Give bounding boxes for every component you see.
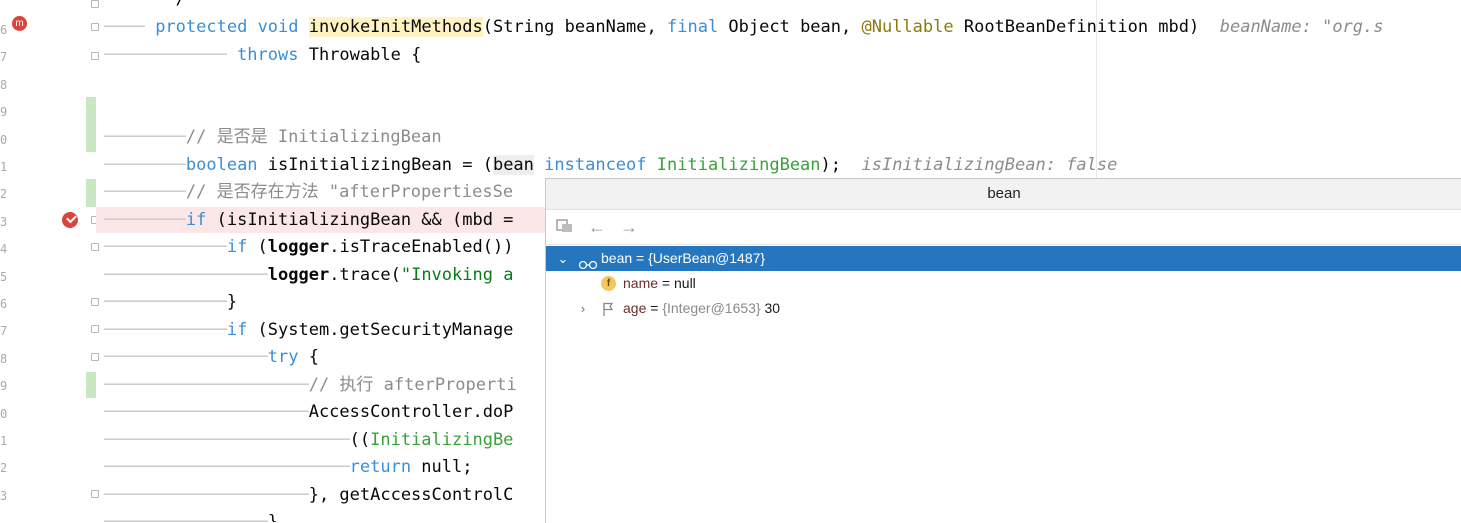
vcs-change-marker[interactable] <box>86 179 96 207</box>
fold-marker[interactable] <box>91 353 99 361</box>
variable-type: {UserBean@1487} <box>648 250 766 266</box>
line-number: 3 <box>0 214 8 229</box>
tree-row-name[interactable]: f name = null <box>546 271 1461 296</box>
vcs-change-marker[interactable] <box>86 372 96 398</box>
code-line: ────────────} <box>104 292 238 312</box>
vcs-change-marker[interactable] <box>86 97 96 152</box>
line-number: 9 <box>0 105 8 120</box>
popup-title[interactable]: bean <box>546 179 1461 210</box>
breakpoint-icon[interactable] <box>62 212 78 228</box>
arrow-right-icon[interactable]: → <box>618 216 640 238</box>
fold-marker[interactable] <box>91 0 99 8</box>
code-line: ────────────────────AccessController.doP <box>104 402 514 422</box>
tree-row-age[interactable]: › age = {Integer@1653} 30 <box>546 296 1461 321</box>
line-number: 4 <box>0 242 8 257</box>
line-number: 8 <box>0 77 8 92</box>
code-line: ───── */ <box>104 0 186 12</box>
chevron-right-icon[interactable]: › <box>576 296 590 321</box>
line-number: 7 <box>0 324 8 339</box>
chevron-down-icon[interactable]: ⌄ <box>556 246 570 271</box>
line-number: 0 <box>0 132 8 147</box>
fold-marker[interactable] <box>91 298 99 306</box>
code-line: ────────────────logger.trace("Invoking a <box>104 265 514 285</box>
line-number: 0 <box>0 406 8 421</box>
code-line: ────────────────try { <box>104 347 319 367</box>
line-number: 2 <box>0 461 8 476</box>
fold-marker[interactable] <box>91 490 99 498</box>
line-number: 1 <box>0 160 8 174</box>
line-number: 3 <box>0 488 8 503</box>
code-line: ────────────────────────return null; <box>104 457 473 477</box>
line-number: 6 <box>0 297 8 311</box>
line-number: 5 <box>0 269 8 284</box>
method-name[interactable]: invokeInitMethods <box>308 17 483 37</box>
code-line: ────────────────────────((InitializingBe <box>104 430 514 450</box>
variable-value: 30 <box>760 300 781 316</box>
field-icon: f <box>601 276 616 291</box>
fold-marker[interactable] <box>91 23 99 31</box>
code-line: ────────────if (System.getSecurityManage <box>104 320 514 340</box>
code-line: ────────boolean isInitializingBean = (be… <box>104 155 1118 175</box>
code-line: ──────────── throws Throwable { <box>104 45 422 65</box>
fold-marker[interactable] <box>91 325 99 333</box>
fold-marker[interactable] <box>91 243 99 251</box>
tree-row-bean[interactable]: ⌄ bean = {UserBean@1487} <box>546 246 1461 271</box>
variable-name: age <box>623 300 647 316</box>
line-number: 2 <box>0 187 8 202</box>
method-override-icon[interactable]: m <box>12 16 27 31</box>
inline-debug-hint: isInitializingBean: false <box>861 155 1118 175</box>
code-line: ────────// 是否存在方法 "afterPropertiesSe <box>104 182 514 202</box>
code-line: ────────────────────// 执行 afterProperti <box>104 375 517 395</box>
arrow-left-icon[interactable]: ← <box>586 216 608 238</box>
variable-type: {Integer@1653} <box>662 300 761 316</box>
code-line: ────────// 是否是 InitializingBean <box>104 127 442 147</box>
flag-icon <box>602 300 614 325</box>
variable-name: bean <box>601 250 633 266</box>
variable-value: null <box>674 275 696 291</box>
line-number: 8 <box>0 351 8 366</box>
code-line: ────────if (isInitializingBean && (mbd = <box>104 210 514 230</box>
code-line: ──── protected void invokeInitMethods(St… <box>104 17 1384 37</box>
line-number: 1 <box>0 434 8 448</box>
debug-value-popup[interactable]: bean ← → ⌄ bean = {UserBean@1487} f name… <box>545 178 1461 523</box>
code-line: ────────────────} <box>104 512 279 522</box>
line-number: 6 <box>0 23 8 37</box>
line-number: 9 <box>0 379 8 394</box>
variable-name: name <box>623 275 659 291</box>
fold-marker[interactable] <box>91 52 99 60</box>
line-number: 7 <box>0 50 8 65</box>
popup-toolbar: ← → <box>546 210 1461 245</box>
watch-add-icon[interactable] <box>554 216 576 238</box>
code-line: ────────────────────}, getAccessControlC <box>104 485 514 505</box>
inline-debug-hint: beanName: "org.s <box>1219 17 1384 37</box>
code-line: ────────────if (logger.isTraceEnabled()) <box>104 237 514 257</box>
